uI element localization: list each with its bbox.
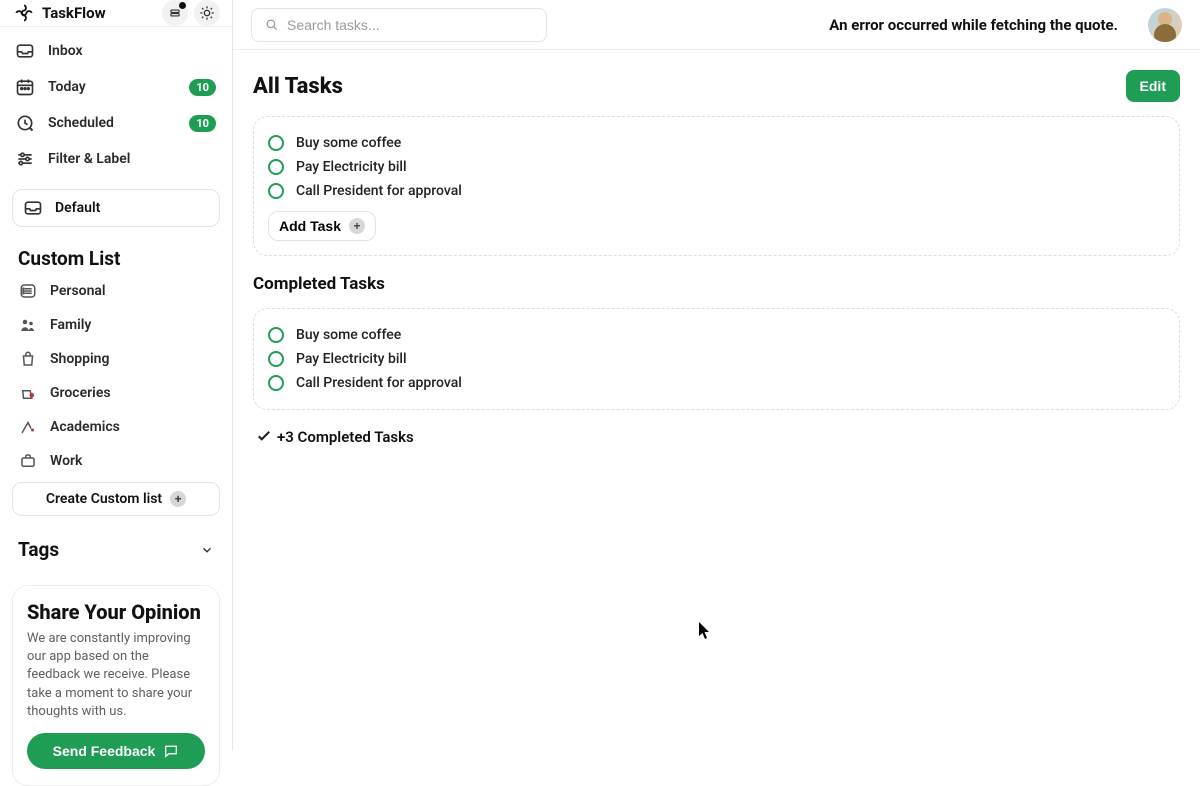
content-header: All Tasks Edit — [253, 70, 1180, 102]
default-label: Default — [55, 200, 100, 216]
task-row[interactable]: Buy some coffee — [268, 323, 1165, 347]
custom-list-title: Custom List — [0, 241, 232, 274]
tags-title: Tags — [18, 538, 59, 561]
main: An error occurred while fetching the quo… — [233, 0, 1200, 750]
list-label: Work — [50, 453, 82, 469]
search-wrapper — [251, 8, 547, 42]
task-title: Buy some coffee — [296, 327, 401, 343]
completed-summary-text: +3 Completed Tasks — [277, 428, 414, 446]
task-title: Pay Electricity bill — [296, 351, 407, 367]
groceries-icon — [18, 384, 38, 402]
task-row[interactable]: Call President for approval — [268, 371, 1165, 395]
sidebar-item-default[interactable]: Default — [12, 189, 220, 227]
completed-tasks-card: Buy some coffee Pay Electricity bill Cal… — [253, 308, 1180, 410]
task-title: Call President for approval — [296, 375, 462, 391]
feedback-title: Share Your Opinion — [27, 600, 205, 624]
edit-button[interactable]: Edit — [1126, 70, 1180, 102]
brand-name: TaskFlow — [42, 4, 106, 22]
calendar-icon — [14, 77, 36, 97]
task-checkbox[interactable] — [268, 327, 284, 343]
add-task-button[interactable]: Add Task + — [268, 211, 376, 241]
add-task-label: Add Task — [279, 218, 341, 234]
clock-icon — [14, 113, 36, 133]
nav-label: Scheduled — [48, 115, 114, 131]
search-icon — [264, 17, 279, 32]
task-title: Call President for approval — [296, 183, 462, 199]
list-item-academics[interactable]: Academics — [0, 410, 232, 444]
list-item-family[interactable]: Family — [0, 308, 232, 342]
create-custom-list-button[interactable]: Create Custom list + — [12, 482, 220, 516]
quote-error-text: An error occurred while fetching the quo… — [829, 16, 1118, 34]
inbox-icon — [23, 198, 43, 218]
check-icon — [255, 428, 273, 446]
task-row[interactable]: Call President for approval — [268, 179, 1165, 203]
sidebar-item-today[interactable]: Today 10 — [12, 69, 220, 105]
sidebar-item-inbox[interactable]: Inbox — [12, 33, 220, 69]
sidebar-item-filter-label[interactable]: Filter & Label — [12, 141, 220, 177]
notification-dot — [179, 2, 186, 9]
list-icon — [18, 282, 38, 300]
avatar[interactable] — [1148, 8, 1182, 42]
nav-label: Inbox — [48, 43, 83, 59]
nav-label: Filter & Label — [48, 151, 130, 167]
content: All Tasks Edit Buy some coffee Pay Elect… — [233, 50, 1200, 446]
count-badge: 10 — [189, 79, 216, 96]
feedback-btn-label: Send Feedback — [53, 743, 156, 759]
list-label: Personal — [50, 283, 106, 299]
completed-summary[interactable]: +3 Completed Tasks — [253, 428, 1180, 446]
tags-section-toggle[interactable]: Tags — [0, 530, 232, 569]
list-label: Shopping — [50, 351, 109, 367]
page-title: All Tasks — [253, 74, 343, 99]
sliders-icon — [14, 149, 36, 169]
nav-label: Today — [48, 79, 86, 95]
list-label: Groceries — [50, 385, 111, 401]
plus-icon: + — [349, 218, 365, 234]
task-checkbox[interactable] — [268, 159, 284, 175]
logo-icon — [14, 3, 34, 23]
task-checkbox[interactable] — [268, 135, 284, 151]
edit-label: Edit — [1140, 78, 1166, 94]
plus-icon: + — [170, 491, 186, 507]
search-input[interactable] — [287, 17, 534, 33]
task-row[interactable]: Pay Electricity bill — [268, 347, 1165, 371]
list-item-shopping[interactable]: Shopping — [0, 342, 232, 376]
inbox-icon — [14, 41, 36, 61]
list-item-personal[interactable]: Personal — [0, 274, 232, 308]
feedback-card: Share Your Opinion We are constantly imp… — [12, 585, 220, 786]
list-label: Family — [50, 317, 91, 333]
task-title: Buy some coffee — [296, 135, 401, 151]
theme-toggle-button[interactable] — [194, 0, 220, 26]
sidebar-item-scheduled[interactable]: Scheduled 10 — [12, 105, 220, 141]
chevron-down-icon — [200, 543, 214, 557]
list-item-work[interactable]: Work — [0, 444, 232, 478]
bag-icon — [18, 350, 38, 368]
send-feedback-button[interactable]: Send Feedback — [27, 733, 205, 769]
create-list-label: Create Custom list — [46, 491, 162, 507]
completed-tasks-title: Completed Tasks — [253, 274, 1180, 294]
topbar: An error occurred while fetching the quo… — [233, 0, 1200, 50]
family-icon — [18, 316, 38, 334]
task-row[interactable]: Pay Electricity bill — [268, 155, 1165, 179]
task-row[interactable]: Buy some coffee — [268, 131, 1165, 155]
list-label: Academics — [50, 419, 120, 435]
task-checkbox[interactable] — [268, 375, 284, 391]
chat-icon — [163, 743, 179, 759]
notifications-button[interactable] — [162, 0, 188, 26]
active-tasks-card: Buy some coffee Pay Electricity bill Cal… — [253, 116, 1180, 256]
brand: TaskFlow — [14, 3, 106, 23]
sidebar: TaskFlow Inbox — [0, 0, 233, 750]
header-actions — [162, 0, 220, 26]
task-checkbox[interactable] — [268, 351, 284, 367]
academics-icon — [18, 418, 38, 436]
task-title: Pay Electricity bill — [296, 159, 407, 175]
briefcase-icon — [18, 452, 38, 470]
nav-primary: Inbox Today 10 Scheduled 10 F — [0, 27, 232, 177]
feedback-body: We are constantly improving our app base… — [27, 630, 205, 721]
list-item-groceries[interactable]: Groceries — [0, 376, 232, 410]
custom-lists: Personal Family Shopping Groceries Acade… — [0, 274, 232, 478]
sidebar-header: TaskFlow — [0, 0, 232, 27]
task-checkbox[interactable] — [268, 183, 284, 199]
count-badge: 10 — [189, 115, 216, 132]
